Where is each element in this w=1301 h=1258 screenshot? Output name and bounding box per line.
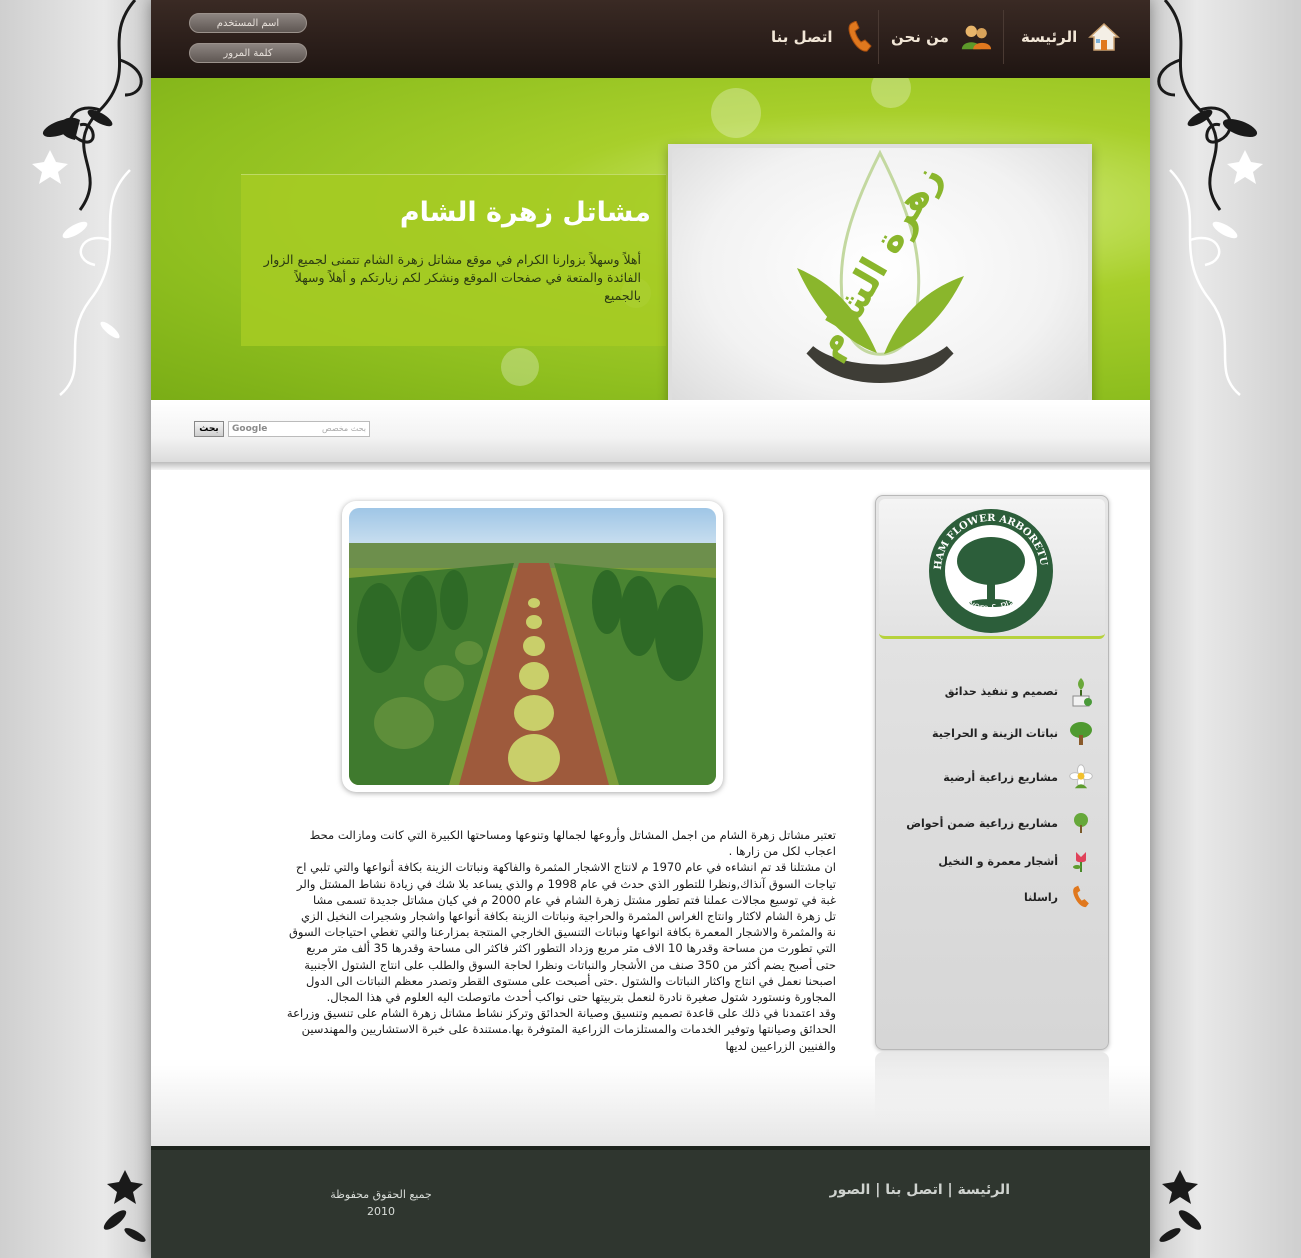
- search-bar: بحث Google بحث مخصص: [151, 400, 1150, 462]
- nav-home[interactable]: الرئيسة: [1021, 12, 1121, 62]
- page-container: الرئيسة من نحن اتصل بنا اسم المستخدم كلم…: [151, 0, 1150, 1258]
- sidebar-item-perennial-trees[interactable]: أشجار معمرة و النخيل: [938, 848, 1094, 874]
- footer-link-photos[interactable]: الصور: [830, 1182, 871, 1198]
- section-divider: [151, 462, 1150, 470]
- footer-separator: |: [947, 1182, 953, 1198]
- bokeh-light: [711, 88, 761, 138]
- arboretum-logo: SHAM FLOWER ARBORETUM Flowers & Plants: [873, 491, 1053, 633]
- sidebar-item-ornamental-plants[interactable]: نباتات الزينة و الحراجية: [932, 720, 1094, 746]
- username-field[interactable]: اسم المستخدم: [189, 13, 307, 33]
- search-button[interactable]: بحث: [194, 421, 224, 437]
- copyright: جميع الحقوق محفوظة 2010: [311, 1186, 451, 1220]
- nav-about[interactable]: من نحن: [891, 12, 993, 62]
- footer-separator: |: [875, 1182, 881, 1198]
- brand-logo: زهرة الشام: [797, 149, 964, 383]
- phone-icon: [843, 20, 877, 54]
- top-navigation-bar: الرئيسة من نحن اتصل بنا اسم المستخدم كلم…: [151, 0, 1150, 78]
- sidebar-item-ground-projects[interactable]: مشاريع زراعية أرضية: [943, 764, 1094, 790]
- floral-ornament-bottom-left: [103, 1170, 146, 1242]
- nav-home-label: الرئيسة: [1021, 28, 1078, 46]
- plant-pot-icon: [1068, 678, 1094, 707]
- footer-links: الرئيسة | اتصل بنا | الصور: [830, 1182, 1010, 1198]
- nav-contact-label: اتصل بنا: [771, 28, 833, 46]
- copyright-text: جميع الحقوق محفوظة: [330, 1188, 432, 1201]
- main-content: تعتبر مشاتل زهرة الشام من اجمل المشاتل و…: [151, 470, 1150, 1146]
- welcome-box: مشاتل زهرة الشام أهلاً وسهلاً بزوارنا ال…: [241, 174, 666, 346]
- search-input[interactable]: Google بحث مخصص: [228, 421, 370, 437]
- brand-logo-card: زهرة الشام: [668, 144, 1092, 400]
- password-field[interactable]: كلمة المرور: [189, 43, 307, 63]
- footer-link-home[interactable]: الرئيسة: [958, 1182, 1010, 1198]
- sidebar-item-label: راسلنا: [1023, 890, 1058, 904]
- sidebar-item-label: نباتات الزينة و الحراجية: [932, 726, 1058, 740]
- sidebar-item-label: مشاريع زراعية ضمن أحواض: [906, 816, 1058, 830]
- nursery-photo-frame: [342, 501, 723, 792]
- nav-contact[interactable]: اتصل بنا: [771, 12, 877, 62]
- services-sidebar: SHAM FLOWER ARBORETUM Flowers & Plants ت…: [873, 491, 1109, 1050]
- sidebar-item-garden-design[interactable]: تصميم و تنفيذ حدائق: [944, 678, 1094, 707]
- sidebar-item-basin-projects[interactable]: مشاريع زراعية ضمن أحواض: [906, 810, 1094, 836]
- footer-link-contact[interactable]: اتصل بنا: [885, 1182, 942, 1198]
- floral-ornament-right: [1157, 0, 1263, 396]
- daisy-icon: [1068, 764, 1094, 790]
- search-placeholder: بحث مخصص: [322, 424, 366, 433]
- bokeh-light: [501, 348, 539, 386]
- home-icon: [1087, 20, 1121, 54]
- nav-separator: [1003, 10, 1004, 64]
- svg-text:زهرة الشام: زهرة الشام: [804, 157, 951, 366]
- about-article: تعتبر مشاتل زهرة الشام من اجمل المشاتل و…: [286, 828, 836, 1053]
- footer: الرئيسة | اتصل بنا | الصور جميع الحقوق م…: [151, 1146, 1150, 1258]
- nav-separator: [878, 10, 879, 64]
- tulip-icon: [1068, 848, 1094, 874]
- copyright-year: 2010: [367, 1205, 395, 1218]
- floral-ornament-left: [32, 0, 143, 396]
- bokeh-light: [871, 78, 911, 108]
- nursery-photo: [349, 508, 716, 785]
- sidebar-reflection: [875, 1052, 1109, 1122]
- phone-icon: [1068, 884, 1094, 910]
- floral-ornament-bottom-right: [1159, 1170, 1202, 1242]
- nav-about-label: من نحن: [891, 28, 949, 46]
- sidebar-item-label: أشجار معمرة و النخيل: [938, 854, 1058, 868]
- welcome-text: أهلاً وسهلاً بزوارنا الكرام في موقع مشات…: [263, 252, 641, 303]
- arboretum-logo-panel: SHAM FLOWER ARBORETUM Flowers & Plants: [873, 491, 1105, 639]
- banner-title: مشاتل زهرة الشام: [399, 197, 651, 228]
- sidebar-item-label: مشاريع زراعية أرضية: [943, 770, 1058, 784]
- google-brand: Google: [232, 424, 268, 434]
- hero-banner: مشاتل زهرة الشام أهلاً وسهلاً بزوارنا ال…: [151, 78, 1150, 400]
- small-tree-icon: [1068, 810, 1094, 836]
- sidebar-item-label: تصميم و تنفيذ حدائق: [944, 684, 1058, 698]
- tree-icon: [1068, 720, 1094, 746]
- people-icon: [959, 20, 993, 54]
- sidebar-item-contact-us[interactable]: راسلنا: [1024, 884, 1094, 910]
